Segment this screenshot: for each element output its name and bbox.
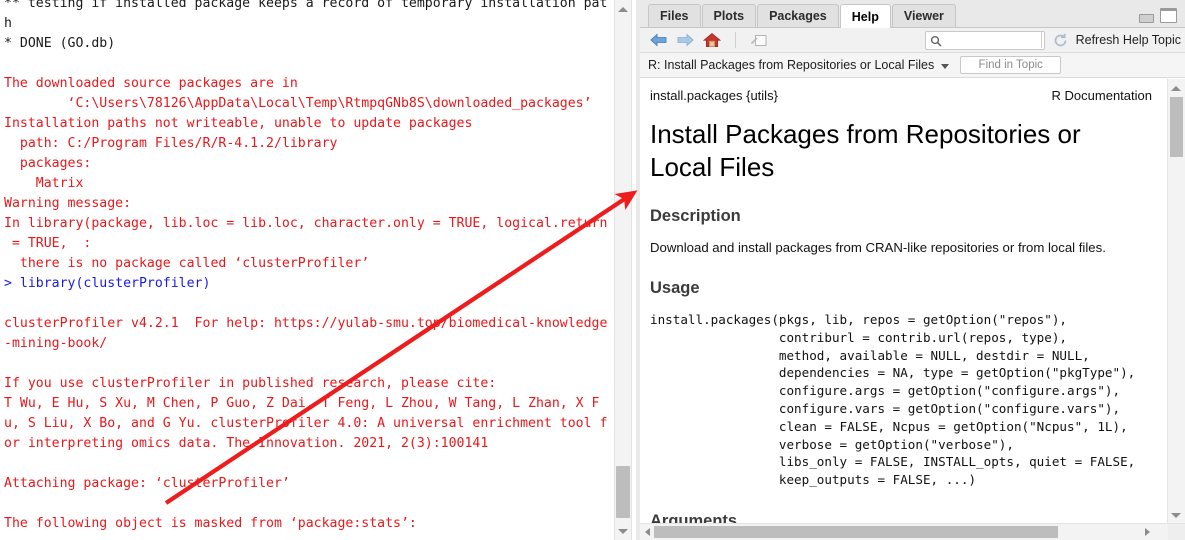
tab-packages[interactable]: Packages <box>757 4 839 27</box>
console-line: clusterProfiler v4.2.1 For help: https:/… <box>4 316 608 331</box>
console-line: h <box>4 16 12 31</box>
help-search-input[interactable] <box>945 33 1041 48</box>
home-icon[interactable] <box>702 30 722 50</box>
tab-viewer[interactable]: Viewer <box>891 4 956 27</box>
console-line: ** testing if installed package keeps a … <box>4 0 608 11</box>
console-pane[interactable]: ** testing if installed package keeps a … <box>0 0 636 540</box>
help-search-wrapper <box>925 31 1045 50</box>
console-line: there is no package called ‘clusterProfi… <box>4 256 370 271</box>
rstudio-window: ** testing if installed package keeps a … <box>0 0 1185 540</box>
console-line: The following object is masked from ‘pac… <box>4 516 417 531</box>
console-scroll-up-icon[interactable] <box>615 1 631 17</box>
help-scroll-down-icon[interactable] <box>1168 507 1184 523</box>
help-hscroll-thumb[interactable] <box>654 526 1058 538</box>
chevron-down-icon[interactable] <box>941 64 950 69</box>
console-line: Matrix <box>4 176 84 191</box>
section-heading-description: Description <box>650 207 741 225</box>
minimize-icon[interactable] <box>1139 14 1154 23</box>
doc-header-left: install.packages {utils} <box>650 88 778 103</box>
tab-help[interactable]: Help <box>839 4 891 28</box>
console-output-area[interactable]: ** testing if installed package keeps a … <box>0 0 616 540</box>
tab-files[interactable]: Files <box>648 4 701 27</box>
console-line: -mining-book/ <box>4 336 108 351</box>
help-scroll-up-icon[interactable] <box>1168 80 1184 96</box>
help-vertical-scrollbar[interactable] <box>1167 79 1185 524</box>
console-scroll-down-icon[interactable] <box>615 523 631 539</box>
console-line: packages: <box>4 156 92 171</box>
console-line: or interpreting omics data. The Innovati… <box>4 436 489 451</box>
doc-header: install.packages {utils} R Documentation <box>650 88 1154 103</box>
help-topic-title: R: Install Packages from Repositories or… <box>648 58 935 72</box>
page-title: Install Packages from Repositories or Lo… <box>650 119 1081 182</box>
help-document-area: install.packages {utils} R Documentation… <box>640 78 1185 540</box>
forward-arrow-icon[interactable] <box>675 30 695 50</box>
doc-header-right: R Documentation <box>1051 88 1152 103</box>
console-line: In library(package, lib.loc = lib.loc, c… <box>4 216 608 231</box>
toolbar-separator <box>735 32 736 48</box>
console-line: Installation paths not writeable, unable… <box>4 116 473 131</box>
console-line: ‘C:\Users\78126\AppData\Local\Temp\Rtmpq… <box>4 96 592 111</box>
console-line: > library(clusterProfiler) <box>4 276 211 291</box>
console-line: path: C:/Program Files/R/R-4.1.2/library <box>4 136 338 151</box>
maximize-icon[interactable] <box>1160 8 1177 23</box>
help-toolbar: Refresh Help Topic <box>640 28 1185 53</box>
window-controls <box>1139 8 1177 23</box>
console-text[interactable]: ** testing if installed package keeps a … <box>0 0 616 540</box>
console-scroll-thumb[interactable] <box>616 466 630 518</box>
tab-plots[interactable]: Plots <box>701 4 757 27</box>
refresh-help-topic-label[interactable]: Refresh Help Topic <box>1076 33 1181 47</box>
help-document-scroll[interactable]: install.packages {utils} R Documentation… <box>640 79 1168 524</box>
help-scroll-right-icon[interactable] <box>1140 524 1154 539</box>
help-scroll-left-icon[interactable] <box>640 524 654 539</box>
console-line: = TRUE, : <box>4 236 92 251</box>
help-pane: Files Plots Packages Help Viewer Refresh… <box>640 0 1185 540</box>
help-scroll-thumb[interactable] <box>1170 97 1183 157</box>
refresh-help-topic-group: Refresh Help Topic <box>1040 30 1181 50</box>
console-line: If you use clusterProfiler in published … <box>4 376 497 391</box>
usage-code-block: install.packages(pkgs, lib, repos = getO… <box>650 312 1136 488</box>
section-heading-usage: Usage <box>650 279 700 297</box>
search-icon <box>930 35 942 46</box>
help-topic-bar: R: Install Packages from Repositories or… <box>640 53 1185 78</box>
find-in-topic-input[interactable] <box>960 58 1061 72</box>
console-line: Warning message: <box>4 196 132 211</box>
refresh-icon[interactable] <box>1051 30 1071 50</box>
help-horizontal-scrollbar[interactable] <box>640 523 1185 540</box>
find-in-topic-box[interactable] <box>960 56 1062 74</box>
console-line: The downloaded source packages are in <box>4 76 298 91</box>
back-arrow-icon[interactable] <box>648 30 668 50</box>
console-line: Attaching package: ‘clusterProfiler’ <box>4 476 290 491</box>
console-line: u, S Liu, X Bo, and G Yu. clusterProfile… <box>4 416 608 431</box>
scrollbar-corner <box>1168 524 1185 540</box>
show-in-new-window-icon[interactable] <box>749 30 769 50</box>
console-line: * DONE (GO.db) <box>4 36 116 51</box>
help-search-box[interactable] <box>925 31 1045 50</box>
description-text: Download and install packages from CRAN-… <box>650 240 1106 255</box>
console-line: T Wu, E Hu, S Xu, M Chen, P Guo, Z Dai, … <box>4 396 600 411</box>
toolbar-separator-2 <box>1040 32 1042 48</box>
pane-tabbar: Files Plots Packages Help Viewer <box>640 0 1185 28</box>
console-vertical-scrollbar[interactable] <box>614 0 632 540</box>
